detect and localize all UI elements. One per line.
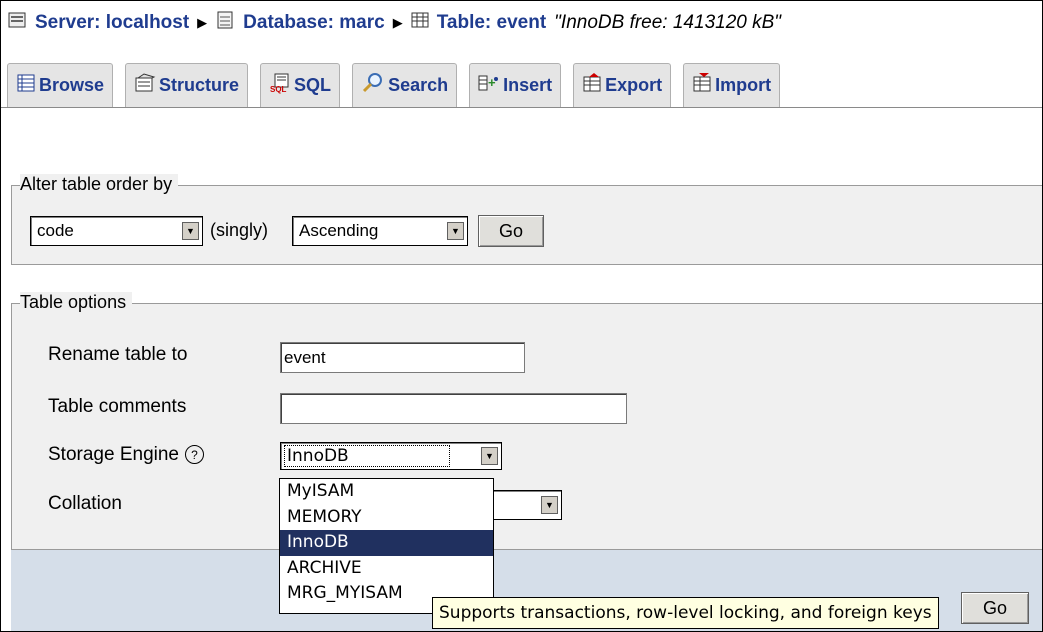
sql-icon: SQL xyxy=(269,72,291,99)
storage-engine-dropdown-list: MyISAM MEMORY InnoDB ARCHIVE MRG_MYISAM xyxy=(279,478,494,614)
breadcrumb: Server: localhost ▶ Database: marc ▶ Tab… xyxy=(7,1,781,45)
server-icon xyxy=(7,10,27,36)
dropdown-option[interactable]: MEMORY xyxy=(280,505,493,531)
table-free-space-note: "InnoDB free: 1413120 kB" xyxy=(554,12,782,33)
search-icon xyxy=(361,72,385,99)
breadcrumb-database[interactable]: Database: marc xyxy=(243,12,385,34)
svg-text:+: + xyxy=(488,75,496,90)
dropdown-option[interactable]: ARCHIVE xyxy=(280,556,493,582)
tab-import[interactable]: Import xyxy=(683,63,781,107)
dropdown-option[interactable]: MyISAM xyxy=(280,479,493,505)
rename-table-input[interactable]: event xyxy=(280,342,525,373)
table-comments-label: Table comments xyxy=(48,396,187,417)
singly-label: (singly) xyxy=(210,220,269,240)
collation-label: Collation xyxy=(48,493,122,514)
breadcrumb-server[interactable]: Server: localhost xyxy=(35,12,189,34)
tab-insert[interactable]: + Insert xyxy=(469,63,562,107)
alter-order-fieldset: Alter table order by code ▼ (singly) Asc… xyxy=(11,174,1042,265)
chevron-down-icon[interactable]: ▼ xyxy=(182,222,199,240)
export-icon xyxy=(582,73,602,98)
breadcrumb-separator: ▶ xyxy=(197,15,208,30)
database-icon xyxy=(215,10,235,36)
browse-icon xyxy=(16,73,36,98)
tab-label: Search xyxy=(388,75,449,95)
insert-icon: + xyxy=(478,73,500,98)
tab-label: Structure xyxy=(159,75,240,95)
tab-underline xyxy=(1,107,1042,108)
chevron-down-icon[interactable]: ▼ xyxy=(447,222,464,240)
svg-text:SQL: SQL xyxy=(270,85,287,94)
phpmyadmin-window: Server: localhost ▶ Database: marc ▶ Tab… xyxy=(0,0,1043,632)
rename-table-label: Rename table to xyxy=(48,344,188,365)
alter-order-legend: Alter table order by xyxy=(20,174,179,195)
tab-label: Insert xyxy=(503,75,553,95)
table-options-go-button[interactable]: Go xyxy=(961,592,1029,624)
tab-browse[interactable]: Browse xyxy=(7,63,114,107)
table-options-legend: Table options xyxy=(20,292,133,313)
tab-search[interactable]: Search xyxy=(352,63,458,107)
help-icon[interactable]: ? xyxy=(185,445,204,465)
table-comments-input[interactable] xyxy=(280,393,627,424)
engine-tooltip: Supports transactions, row-level locking… xyxy=(432,597,939,629)
dropdown-option-selected[interactable]: InnoDB xyxy=(280,530,493,556)
table-icon xyxy=(411,11,429,35)
storage-engine-select[interactable]: InnoDB ▼ xyxy=(280,442,502,470)
storage-engine-label-text: Storage Engine xyxy=(48,444,179,465)
structure-icon xyxy=(134,73,156,98)
breadcrumb-separator: ▶ xyxy=(392,15,403,30)
tab-label: Import xyxy=(715,75,772,95)
storage-engine-value: InnoDB xyxy=(284,445,450,467)
order-direction-value: Ascending xyxy=(299,221,379,240)
tab-label: Browse xyxy=(39,75,105,95)
tab-sql[interactable]: SQL SQL xyxy=(260,63,341,107)
order-direction-select[interactable]: Ascending ▼ xyxy=(292,216,468,246)
order-column-value: code xyxy=(37,221,74,240)
alter-order-go-button[interactable]: Go xyxy=(478,215,544,247)
tab-export[interactable]: Export xyxy=(573,63,672,107)
import-icon xyxy=(692,73,712,98)
chevron-down-icon[interactable]: ▼ xyxy=(541,496,558,514)
breadcrumb-table[interactable]: Table: event xyxy=(437,12,546,34)
chevron-down-icon[interactable]: ▼ xyxy=(481,447,498,465)
storage-engine-label: Storage Engine? xyxy=(48,444,204,466)
tab-bar: Browse Structure SQL SQL Search + Insert… xyxy=(7,63,781,107)
tab-structure[interactable]: Structure xyxy=(125,63,249,107)
tab-label: SQL xyxy=(294,75,332,95)
order-column-select[interactable]: code ▼ xyxy=(30,216,203,246)
tab-label: Export xyxy=(605,75,663,95)
